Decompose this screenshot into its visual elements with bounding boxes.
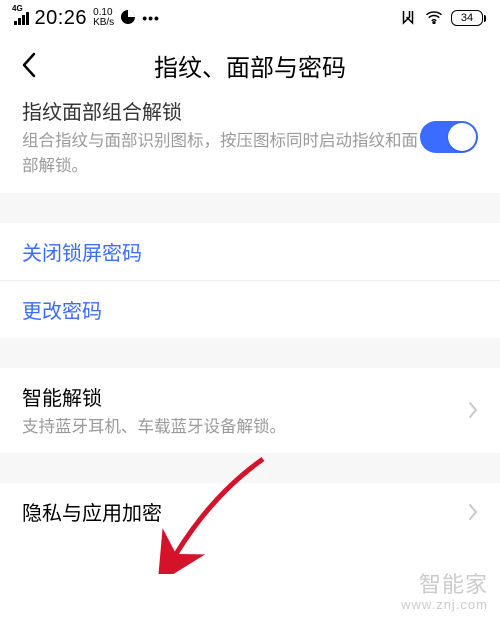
nfc-icon [399,8,417,29]
page-title: 指纹、面部与密码 [0,48,500,83]
more-dots-icon: ••• [142,10,160,26]
status-circle-icon [120,9,136,28]
status-left: 4G 20:26 0.10 KB/s ••• [14,7,160,30]
row-smart-unlock[interactable]: 智能解锁 支持蓝牙耳机、车载蓝牙设备解锁。 [0,368,500,454]
privacy-encrypt-label: 隐私与应用加密 [22,497,468,526]
watermark: 智能家 www.znj.com [401,567,488,612]
combo-unlock-toggle[interactable] [420,121,478,153]
clock: 20:26 [35,7,88,30]
status-right: 34 [399,8,486,29]
change-password-label: 更改密码 [22,295,478,324]
back-button[interactable] [14,45,44,85]
smart-unlock-sub: 支持蓝牙耳机、车载蓝牙设备解锁。 [22,415,468,440]
signal-icon: 4G [14,11,29,25]
data-rate: 0.10 KB/s [93,8,114,28]
wifi-icon [425,10,443,27]
battery-icon: 34 [451,10,486,26]
chevron-right-icon [468,401,478,419]
chevron-right-icon [468,503,478,521]
combo-unlock-label: 指纹面部组合解锁 [22,96,420,125]
row-change-password[interactable]: 更改密码 [0,281,500,338]
turn-off-password-label: 关闭锁屏密码 [22,237,478,266]
row-turn-off-password[interactable]: 关闭锁屏密码 [0,223,500,280]
combo-unlock-sub: 组合指纹与面部识别图标，按压图标同时启动指纹和面部解锁。 [22,129,420,179]
row-privacy-encrypt[interactable]: 隐私与应用加密 [0,483,500,540]
smart-unlock-label: 智能解锁 [22,382,468,411]
row-combo-unlock[interactable]: 指纹面部组合解锁 组合指纹与面部识别图标，按压图标同时启动指纹和面部解锁。 [0,94,500,193]
chevron-left-icon [20,51,38,79]
status-bar: 4G 20:26 0.10 KB/s ••• 34 [0,0,500,36]
page-header: 指纹、面部与密码 [0,36,500,94]
